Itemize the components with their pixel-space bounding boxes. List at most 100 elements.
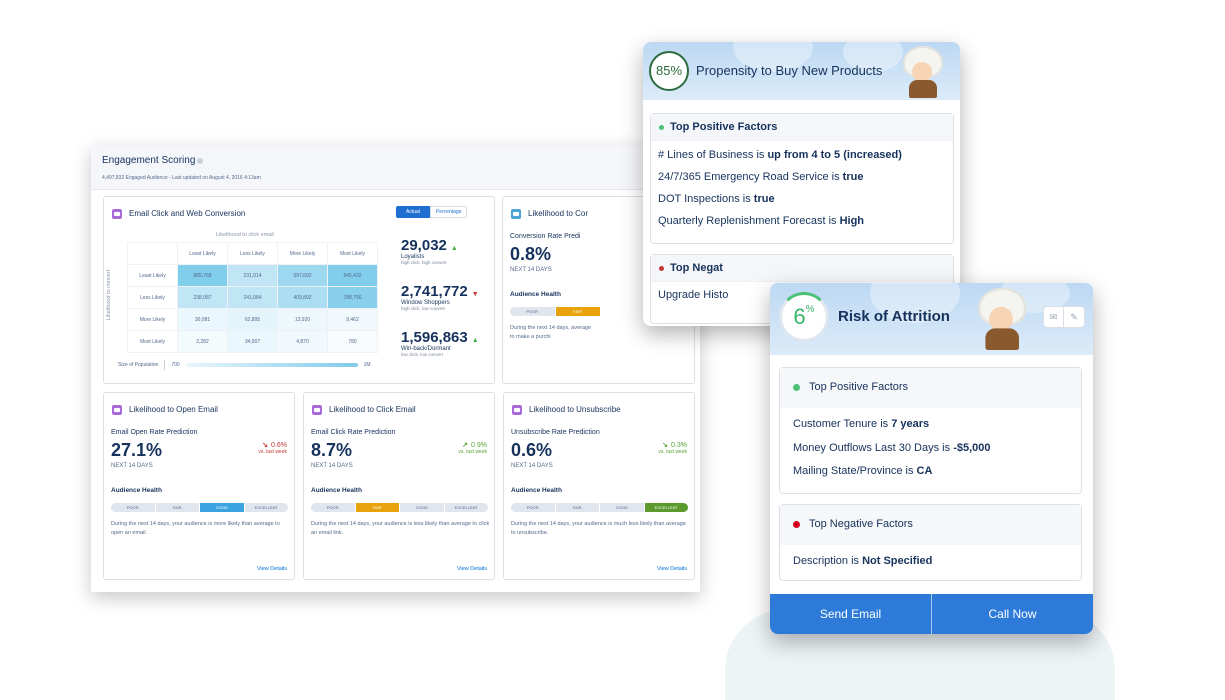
prediction-value: 0.6%	[511, 440, 553, 460]
heatmap-cell[interactable]: 62,895	[227, 308, 278, 331]
email-icon	[512, 405, 522, 415]
negative-dot-icon	[793, 520, 800, 528]
heatmap-row: Least Likely 885,768 231,914 697,692 845,432	[127, 264, 378, 287]
health-fair: FAIR	[155, 503, 199, 512]
health-good: GOOD	[400, 503, 444, 512]
page-title: Engagement Scoring	[102, 155, 196, 166]
heatmap-cell[interactable]: 238,087	[177, 286, 228, 309]
delta: ↘ 0.6% vs. last week	[258, 441, 287, 455]
stat-sublabel: high click, high convert	[401, 260, 447, 265]
health-good: GOOD	[200, 503, 244, 512]
card-title: Likelihood to Open Email	[129, 405, 218, 415]
health-description: During the next 14 days, your audience i…	[111, 521, 280, 536]
legend-gradient	[185, 363, 358, 367]
audience-health-label: Audience Health	[511, 487, 562, 494]
audience-health-bar: POOR FAIR GOOD EXCELLENT	[111, 503, 288, 512]
trend-up-icon: ▲	[450, 245, 458, 252]
health-good: GOOD	[600, 503, 644, 512]
heatmap-cell[interactable]: 30,081	[177, 308, 228, 331]
row-header: Most Likely	[127, 330, 178, 353]
view-details-link[interactable]: View Details	[257, 566, 287, 572]
row-header: Less Likely	[127, 286, 178, 309]
factor-item: Customer Tenure is 7 years	[793, 418, 929, 430]
audience-health-bar: POOR FAIR GOOD EXCELLENT	[511, 503, 688, 512]
health-poor: POOR	[511, 503, 555, 512]
info-icon[interactable]	[197, 158, 203, 164]
delta: ↘ 0.3% vs. last week	[658, 441, 687, 455]
delta-sub: vs. last week	[258, 449, 287, 455]
email-icon	[312, 405, 322, 415]
card-title: Email Click and Web Conversion	[129, 209, 246, 219]
section-title: Top Positive Factors	[670, 121, 778, 133]
heatmap-cell[interactable]: 885,768	[177, 264, 228, 287]
segment-stat: 1,596,863 ▲ Win-back/Dormant low click, low…	[401, 329, 479, 357]
email-action-button[interactable]: ✉	[1044, 307, 1064, 327]
delta-value: 0.3%	[671, 442, 687, 449]
section-title: Top Negative Factors	[809, 518, 913, 530]
factor-item: Money Outflows Last 30 Days is -$5,000	[793, 442, 991, 454]
section-title: Top Positive Factors	[809, 381, 909, 393]
trend-arrow-down-icon: ↘	[662, 442, 669, 449]
likelihood-card: Likelihood to Click Email Email Click Rat…	[303, 392, 495, 580]
prediction-value: 8.7%	[311, 440, 353, 460]
heatmap-cell[interactable]: 845,432	[327, 264, 378, 287]
stat-sublabel: high click, low convert	[401, 306, 445, 311]
heatmap-cell[interactable]: 34,907	[227, 330, 278, 353]
email-icon	[112, 209, 122, 219]
health-fair: FAIR	[555, 503, 599, 512]
heatmap-cell[interactable]: 241,084	[227, 286, 278, 309]
factor-value: up from 4 to 5 (increased)	[767, 149, 902, 161]
heatmap-cell[interactable]: 231,914	[227, 264, 278, 287]
prediction-value: 0.8%	[510, 244, 552, 264]
heatmap-cell[interactable]: 788,756	[327, 286, 378, 309]
view-details-link[interactable]: View Details	[457, 566, 487, 572]
factor-value: High	[839, 215, 865, 227]
call-now-button[interactable]: Call Now	[932, 594, 1093, 634]
trend-down-icon: ▼	[471, 291, 479, 298]
heatmap-cell[interactable]: 409,892	[277, 286, 328, 309]
heatmap-cell[interactable]: 9,462	[327, 308, 378, 331]
audience-health-label: Audience Health	[311, 487, 362, 494]
factor-value: -$5,000	[953, 441, 991, 454]
likelihood-card: Likelihood to Open Email Email Open Rate …	[103, 392, 295, 580]
heatmap-header-row: Least Likely Less Likely More Likely Most L…	[127, 242, 378, 265]
legend-max: 1M	[363, 362, 371, 368]
heatmap-cell[interactable]: 13,920	[277, 308, 328, 331]
period: NEXT 14 DAYS	[510, 267, 552, 273]
health-fair: FAIR	[555, 307, 600, 316]
factor-label: Mailing State/Province is	[793, 465, 917, 477]
attrition-card: 6% Risk of Attrition ✉ ✎ Top Positive Fa…	[770, 283, 1093, 634]
audience-health-label: Audience Health	[111, 487, 162, 494]
factor-item: 24/7/365 Emergency Road Service is true	[658, 171, 863, 183]
audience-health-bar: POOR FAIR GOOD EXCELLENT	[311, 503, 488, 512]
edit-action-button[interactable]: ✎	[1064, 307, 1084, 327]
legend-min: 700	[171, 362, 180, 368]
toggle-percentage[interactable]: Percentage	[429, 206, 468, 218]
einstein-mascot-icon	[976, 290, 1026, 350]
trend-arrow-down-icon: ↘	[262, 442, 269, 449]
negative-dot-icon	[659, 265, 664, 271]
card-title: Likelihood to Unsubscribe	[529, 405, 621, 415]
attrition-header: 6% Risk of Attrition ✉ ✎	[770, 283, 1093, 355]
stat-value: 1,596,863	[401, 329, 468, 346]
heatmap-cell[interactable]: 2,282	[177, 330, 228, 353]
heatmap-cell[interactable]: 4,870	[277, 330, 328, 353]
score-circle: 85%	[649, 51, 689, 91]
heatmap-table: Least Likely Less Likely More Likely Most L…	[127, 242, 378, 353]
view-details-link[interactable]: View Details	[657, 566, 687, 572]
health-excellent: EXCELLENT	[244, 503, 288, 512]
heatmap-row: Less Likely 238,087 241,084 409,892 788,756	[127, 286, 378, 309]
einstein-mascot-icon	[901, 48, 943, 98]
send-email-button[interactable]: Send Email	[770, 594, 932, 634]
toggle-actual[interactable]: Actual	[396, 206, 430, 218]
delta-value: 0.6%	[271, 442, 287, 449]
y-axis-label: Likelihood to convert	[106, 269, 113, 321]
heatmap-cell[interactable]: 780	[327, 330, 378, 353]
score-value: 85%	[655, 63, 683, 78]
stat-value: 2,741,772	[401, 283, 468, 300]
heatmap-cell[interactable]: 697,692	[277, 264, 328, 287]
corner-cell	[127, 242, 178, 265]
column-header: Less Likely	[227, 242, 278, 265]
page-subtitle: 4,497,832 Engaged Audience - Last update…	[102, 175, 261, 181]
factor-value: true	[842, 171, 864, 183]
